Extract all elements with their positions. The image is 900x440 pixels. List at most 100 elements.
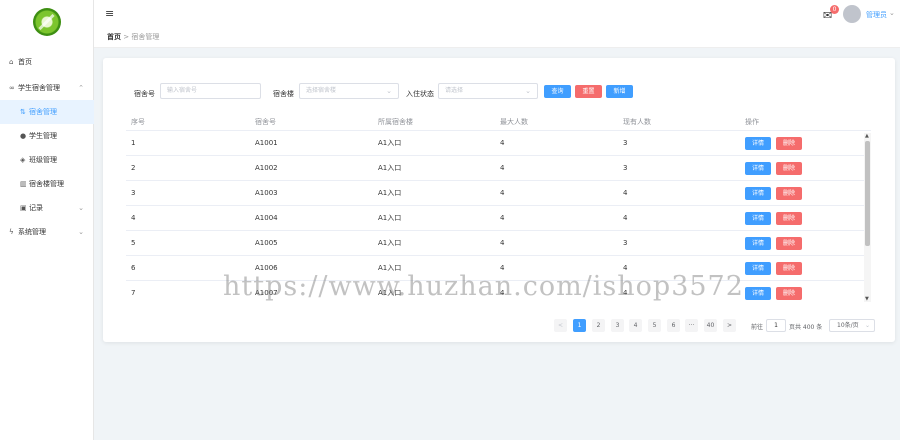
scroll-up-icon[interactable]: ▲ xyxy=(865,133,869,139)
goto-label: 前往 xyxy=(751,324,764,331)
sidebar-item-classes[interactable]: ◈ 班级管理 xyxy=(0,148,94,172)
cell-index: 5 xyxy=(131,239,136,247)
chevron-down-icon[interactable]: ⌄ xyxy=(889,9,895,17)
cell-max: 4 xyxy=(500,139,505,147)
record-icon: ▣ xyxy=(20,204,27,212)
delete-button[interactable]: 删除 xyxy=(776,212,802,225)
menu-toggle-icon[interactable]: ≡ xyxy=(105,7,114,20)
page-button[interactable]: 1 xyxy=(573,319,586,332)
page-button[interactable]: 2 xyxy=(592,319,605,332)
breadcrumb-home[interactable]: 首页 xyxy=(107,33,121,41)
cell-room: A1003 xyxy=(255,189,278,197)
column-header: 序号 xyxy=(131,118,145,126)
chevron-up-icon: ⌃ xyxy=(78,84,84,92)
sidebar-item-dorm-group[interactable]: ∞ 学生宿舍管理 ⌃ xyxy=(0,76,94,100)
cell-max: 4 xyxy=(500,214,505,222)
cell-max: 4 xyxy=(500,239,505,247)
delete-button[interactable]: 删除 xyxy=(776,287,802,300)
detail-button[interactable]: 详情 xyxy=(745,162,771,175)
sidebar-item-label: 记录 xyxy=(29,204,43,212)
chevron-down-icon: ⌄ xyxy=(78,204,84,212)
sidebar-menu: ⌂ 首页 ∞ 学生宿舍管理 ⌃ ⇅ 宿舍管理 ● 学生管理 ◈ 班级管理 ▥ 宿舍楼管理 ▣ 记… xyxy=(0,50,94,244)
cell-current: 4 xyxy=(623,189,628,197)
sidebar-item-label: 首页 xyxy=(18,58,32,66)
user-name[interactable]: 管理员 xyxy=(866,10,887,20)
next-page-button[interactable]: > xyxy=(723,319,736,332)
avatar[interactable] xyxy=(843,5,861,23)
table-header: 序号 宿舍号 所属宿舍楼 最大人数 现有人数 操作 xyxy=(126,114,871,131)
detail-button[interactable]: 详情 xyxy=(745,137,771,150)
delete-button[interactable]: 删除 xyxy=(776,262,802,275)
chevron-down-icon: ⌄ xyxy=(386,87,392,95)
status-select-placeholder: 请选择 xyxy=(445,87,464,94)
query-button[interactable]: 查询 xyxy=(544,85,571,98)
sidebar-item-students[interactable]: ● 学生管理 xyxy=(0,124,94,148)
cell-index: 3 xyxy=(131,189,136,197)
sidebar-item-records[interactable]: ▣ 记录 ⌄ xyxy=(0,196,94,220)
building-select[interactable]: 选择宿舍楼 ⌄ xyxy=(299,83,399,99)
page-ellipsis[interactable]: ··· xyxy=(685,319,698,332)
scrollbar-thumb[interactable] xyxy=(865,141,870,246)
delete-button[interactable]: 删除 xyxy=(776,187,802,200)
page-size-select[interactable]: 10条/页 ⌄ xyxy=(829,319,875,332)
cell-current: 3 xyxy=(623,139,628,147)
page-size-value: 10条/页 xyxy=(837,322,859,329)
page-button[interactable]: 40 xyxy=(704,319,717,332)
sidebar-item-home[interactable]: ⌂ 首页 xyxy=(0,50,94,74)
sidebar-item-label: 学生管理 xyxy=(29,132,57,140)
user-icon: ● xyxy=(20,132,27,140)
delete-button[interactable]: 删除 xyxy=(776,162,802,175)
sidebar-item-dorm[interactable]: ⇅ 宿舍管理 xyxy=(0,100,94,124)
detail-button[interactable]: 详情 xyxy=(745,287,771,300)
sidebar-item-buildings[interactable]: ▥ 宿舍楼管理 xyxy=(0,172,94,196)
sidebar: ⌂ 首页 ∞ 学生宿舍管理 ⌃ ⇅ 宿舍管理 ● 学生管理 ◈ 班级管理 ▥ 宿舍楼管理 ▣ 记… xyxy=(0,0,94,440)
breadcrumb-current: 宿舍管理 xyxy=(131,33,160,41)
status-filter-label: 入住状态 xyxy=(406,90,434,98)
cell-current: 3 xyxy=(623,239,628,247)
add-button[interactable]: 新增 xyxy=(606,85,633,98)
watermark: https://www.huzhan.com/ishop3572 xyxy=(223,271,744,302)
sidebar-item-label: 宿舍楼管理 xyxy=(29,180,64,188)
layers-icon: ◈ xyxy=(20,156,26,164)
swap-icon: ⇅ xyxy=(20,108,26,116)
table-scrollbar[interactable]: ▲ ▼ xyxy=(864,133,871,302)
room-filter-label: 宿舍号 xyxy=(134,90,155,98)
cell-index: 4 xyxy=(131,214,136,222)
link-icon: ∞ xyxy=(9,84,15,92)
delete-button[interactable]: 删除 xyxy=(776,237,802,250)
chevron-down-icon: ⌄ xyxy=(525,87,531,95)
cell-index: 7 xyxy=(131,289,136,297)
page-button[interactable]: 5 xyxy=(648,319,661,332)
breadcrumb: 首页 > 宿舍管理 xyxy=(107,32,159,42)
detail-button[interactable]: 详情 xyxy=(745,237,771,250)
breadcrumb-separator: > xyxy=(123,33,130,41)
cell-max: 4 xyxy=(500,164,505,172)
detail-button[interactable]: 详情 xyxy=(745,212,771,225)
scroll-down-icon[interactable]: ▼ xyxy=(865,296,869,302)
prev-page-button[interactable]: < xyxy=(554,319,567,332)
cell-index: 2 xyxy=(131,164,136,172)
status-select[interactable]: 请选择 ⌄ xyxy=(438,83,538,99)
cell-building: A1入口 xyxy=(378,164,402,172)
column-header: 操作 xyxy=(745,118,759,126)
page-button[interactable]: 4 xyxy=(629,319,642,332)
cell-index: 1 xyxy=(131,139,136,147)
cell-building: A1入口 xyxy=(378,214,402,222)
notification-badge: 0 xyxy=(830,5,839,14)
cell-building: A1入口 xyxy=(378,239,402,247)
detail-button[interactable]: 详情 xyxy=(745,262,771,275)
reset-button[interactable]: 重置 xyxy=(575,85,602,98)
cell-current: 4 xyxy=(623,214,628,222)
detail-button[interactable]: 详情 xyxy=(745,187,771,200)
building-filter-label: 宿舍楼 xyxy=(273,90,294,98)
goto-page-input[interactable]: 1 xyxy=(766,319,786,332)
cell-building: A1入口 xyxy=(378,189,402,197)
chevron-down-icon: ⌄ xyxy=(864,322,870,329)
room-search-input[interactable]: 输入宿舍号 xyxy=(160,83,261,99)
page-button[interactable]: 3 xyxy=(611,319,624,332)
delete-button[interactable]: 删除 xyxy=(776,137,802,150)
page-button[interactable]: 6 xyxy=(667,319,680,332)
column-header: 所属宿舍楼 xyxy=(378,118,413,126)
building-icon: ▥ xyxy=(20,180,27,188)
sidebar-item-system[interactable]: ϟ 系统管理 ⌄ xyxy=(0,220,94,244)
